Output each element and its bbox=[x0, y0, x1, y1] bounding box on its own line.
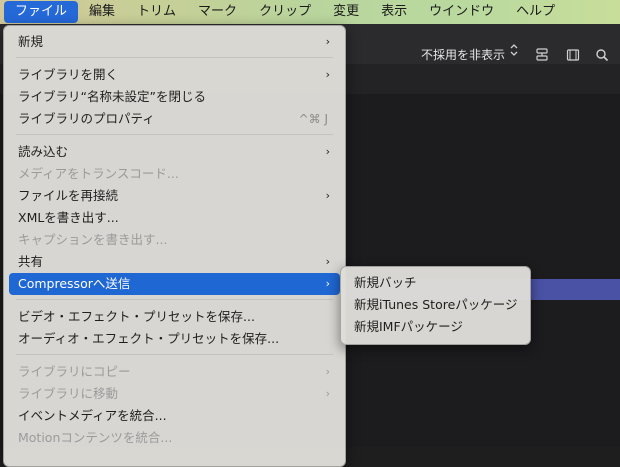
menu-item-label: 新規 bbox=[18, 34, 44, 49]
menu-item-label: ライブラリ“名称未設定”を閉じる bbox=[18, 89, 206, 104]
chevron-right-icon: › bbox=[325, 255, 330, 268]
menu-item-export-captions: キャプションを書き出す... bbox=[9, 229, 340, 251]
menu-item-label: XMLを書き出す... bbox=[18, 210, 119, 225]
search-icon[interactable] bbox=[595, 47, 609, 62]
menu-item-label: 共有 bbox=[18, 254, 44, 269]
chevron-updown-icon[interactable] bbox=[510, 44, 518, 59]
menu-mark[interactable]: マーク bbox=[187, 0, 248, 24]
menu-item-import[interactable]: 読み込む › bbox=[9, 141, 340, 163]
menu-item-export-xml[interactable]: XMLを書き出す... bbox=[9, 207, 340, 229]
menu-view[interactable]: 表示 bbox=[370, 0, 418, 24]
file-menu: 新規 › ライブラリを開く › ライブラリ“名称未設定”を閉じる ライブラリのプ… bbox=[3, 25, 346, 467]
menu-item-label: ビデオ・エフェクト・プリセットを保存... bbox=[18, 309, 255, 324]
menu-item-move-to-library: ライブラリに移動 › bbox=[9, 383, 340, 405]
menu-item-label: ライブラリに移動 bbox=[18, 386, 119, 401]
menu-item-share[interactable]: 共有 › bbox=[9, 251, 340, 273]
menu-item-close-library[interactable]: ライブラリ“名称未設定”を閉じる bbox=[9, 86, 340, 108]
stack-icon[interactable] bbox=[535, 47, 549, 61]
menu-item-consolidate-motion-content: Motionコンテンツを統合... bbox=[9, 427, 340, 449]
menu-item-label: Compressorへ送信 bbox=[18, 276, 131, 291]
menu-item-copy-to-library: ライブラリにコピー › bbox=[9, 361, 340, 383]
menu-item-label: Motionコンテンツを統合... bbox=[18, 430, 173, 445]
submenu-item-new-imf-package[interactable]: 新規IMFパッケージ bbox=[346, 316, 525, 338]
chevron-right-icon: › bbox=[325, 35, 330, 48]
menu-divider bbox=[16, 299, 333, 300]
filter-dropdown-label[interactable]: 不採用を非表示 bbox=[421, 46, 505, 63]
submenu-item-new-batch[interactable]: 新規バッチ bbox=[346, 272, 525, 294]
menu-item-label: ライブラリにコピー bbox=[18, 364, 131, 379]
keyboard-shortcut: ^⌘ J bbox=[298, 112, 328, 126]
menu-trim[interactable]: トリム bbox=[126, 0, 187, 24]
menu-item-relink-files[interactable]: ファイルを再接続 › bbox=[9, 185, 340, 207]
menu-item-label: ライブラリのプロパティ bbox=[18, 111, 155, 126]
menu-item-library-properties[interactable]: ライブラリのプロパティ ^⌘ J bbox=[9, 108, 340, 130]
menu-item-open-library[interactable]: ライブラリを開く › bbox=[9, 64, 340, 86]
chevron-right-icon: › bbox=[325, 189, 330, 202]
menu-bar: ファイル 編集 トリム マーク クリップ 変更 表示 ウインドウ ヘルプ bbox=[0, 0, 620, 24]
submenu-item-new-itunes-store-package[interactable]: 新規iTunes Storeパッケージ bbox=[346, 294, 525, 316]
menu-item-save-video-effects-preset[interactable]: ビデオ・エフェクト・プリセットを保存... bbox=[9, 306, 340, 328]
menu-item-label: オーディオ・エフェクト・プリセットを保存... bbox=[18, 331, 280, 346]
menu-item-label: キャプションを書き出す... bbox=[18, 232, 168, 247]
menu-item-label: 読み込む bbox=[18, 144, 69, 159]
menu-divider bbox=[16, 354, 333, 355]
menu-edit[interactable]: 編集 bbox=[78, 0, 126, 24]
menu-file[interactable]: ファイル bbox=[4, 1, 79, 23]
menu-item-new[interactable]: 新規 › bbox=[9, 31, 340, 53]
menu-item-consolidate-event-media[interactable]: イベントメディアを統合... bbox=[9, 405, 340, 427]
menu-modify[interactable]: 変更 bbox=[322, 0, 370, 24]
menu-item-label: ライブラリを開く bbox=[18, 67, 119, 82]
chevron-right-icon: › bbox=[325, 387, 330, 400]
filmstrip-icon[interactable] bbox=[566, 47, 580, 61]
menu-help[interactable]: ヘルプ bbox=[505, 0, 566, 24]
menu-window[interactable]: ウインドウ bbox=[418, 0, 505, 24]
menu-item-save-audio-effects-preset[interactable]: オーディオ・エフェクト・プリセットを保存... bbox=[9, 328, 340, 350]
menu-item-label: ファイルを再接続 bbox=[18, 188, 119, 203]
menu-item-send-to-compressor[interactable]: Compressorへ送信 › bbox=[9, 273, 340, 295]
menu-item-transcode-media: メディアをトランスコード... bbox=[9, 163, 340, 185]
menu-divider bbox=[16, 134, 333, 135]
menu-divider bbox=[16, 57, 333, 58]
menu-item-label: メディアをトランスコード... bbox=[18, 166, 179, 181]
chevron-right-icon: › bbox=[325, 145, 330, 158]
compressor-submenu: 新規バッチ 新規iTunes Storeパッケージ 新規IMFパッケージ bbox=[340, 266, 531, 345]
chevron-right-icon: › bbox=[325, 277, 330, 290]
menu-item-label: イベントメディアを統合... bbox=[18, 408, 167, 423]
menu-clip[interactable]: クリップ bbox=[248, 0, 322, 24]
chevron-right-icon: › bbox=[325, 365, 330, 378]
chevron-right-icon: › bbox=[325, 68, 330, 81]
